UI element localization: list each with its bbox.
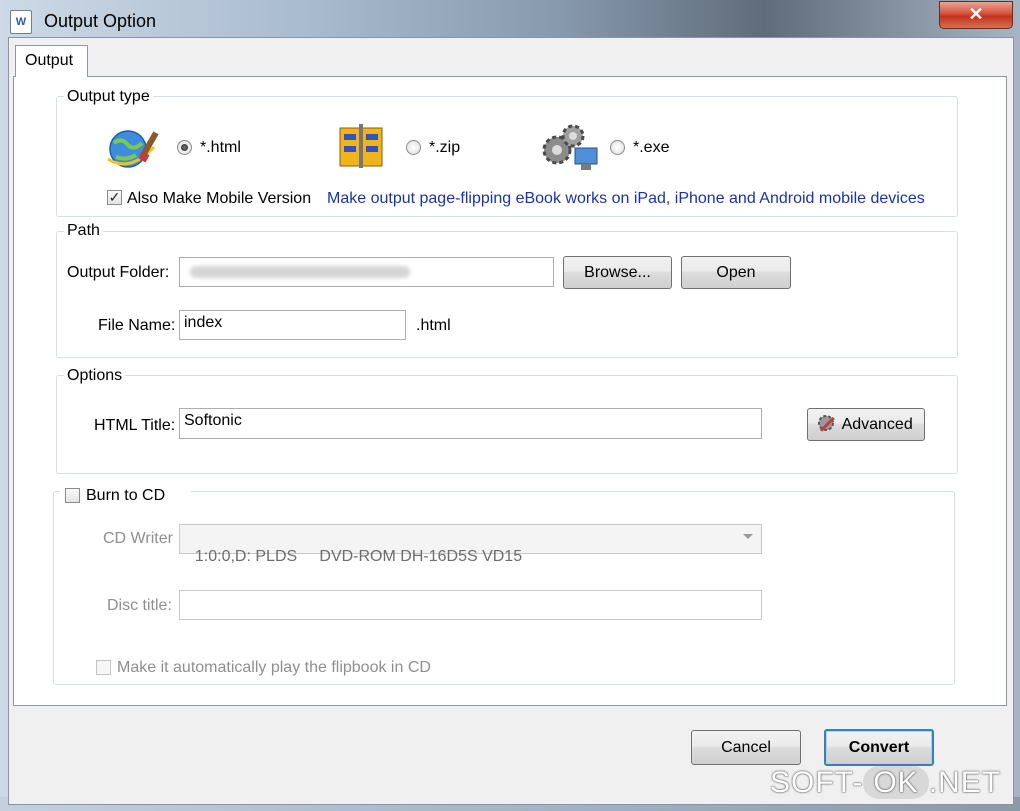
cd-writer-label: CD Writer — [103, 530, 173, 547]
mobile-version-label[interactable]: Also Make Mobile Version — [127, 190, 311, 208]
output-type-legend: Output type — [64, 88, 153, 106]
html-title-value: Softonic — [184, 412, 242, 429]
browse-button[interactable]: Browse... — [563, 256, 672, 289]
chevron-down-icon — [743, 534, 753, 539]
file-name-value: index — [184, 314, 223, 331]
burn-cd-label[interactable]: Burn to CD — [86, 487, 165, 505]
file-extension: .html — [416, 317, 451, 334]
watermark-left: SOFT- — [770, 766, 864, 799]
tools-icon — [818, 415, 835, 432]
path-legend: Path — [64, 222, 103, 240]
file-name-input[interactable]: index — [179, 310, 406, 340]
watermark-right: .NET — [928, 766, 1002, 799]
checkmark-icon: ✓ — [108, 189, 121, 205]
burn-cd-checkbox[interactable] — [65, 488, 80, 503]
radio-zip-label[interactable]: *.zip — [429, 139, 460, 157]
autoplay-checkbox[interactable] — [96, 660, 111, 675]
autoplay-label[interactable]: Make it automatically play the flipbook … — [117, 659, 431, 677]
options-legend: Options — [64, 367, 126, 385]
advanced-button[interactable]: Advanced — [807, 408, 925, 441]
blurred-path — [190, 266, 410, 278]
gears-computer-icon — [542, 124, 598, 170]
window-title: Output Option — [44, 11, 157, 31]
watermark: SOFT- OK .NET — [770, 766, 1001, 800]
convert-button[interactable]: Convert — [824, 729, 934, 766]
cd-writer-value: 1:0:0,D: PLDS DVD-ROM DH-16D5S VD15 — [194, 548, 523, 565]
zip-archive-icon — [339, 124, 383, 168]
radio-exe-label[interactable]: *.exe — [633, 139, 669, 157]
close-icon: ✕ — [968, 4, 984, 24]
output-folder-input[interactable] — [179, 257, 554, 287]
tab-output[interactable]: Output — [15, 45, 88, 77]
cd-writer-select[interactable]: 1:0:0,D: PLDS DVD-ROM DH-16D5S VD15 — [179, 524, 762, 565]
output-folder-label: Output Folder: — [67, 264, 170, 281]
app-icon: W — [10, 10, 32, 34]
mobile-version-checkbox[interactable]: ✓ — [107, 190, 122, 205]
watermark-ok: OK — [863, 766, 929, 799]
cancel-button[interactable]: Cancel — [691, 730, 801, 765]
file-name-label: File Name: — [98, 317, 176, 334]
burn-cd-group — [53, 491, 955, 685]
globe-brush-icon — [107, 130, 159, 168]
tab-output-label: Output — [25, 52, 74, 69]
html-title-input[interactable]: Softonic — [179, 408, 762, 439]
open-button[interactable]: Open — [681, 256, 791, 289]
html-title-label: HTML Title: — [94, 417, 176, 434]
radio-html-label[interactable]: *.html — [200, 139, 241, 157]
mobile-info-text: Make output page-flipping eBook works on… — [327, 190, 925, 207]
radio-exe[interactable] — [610, 140, 625, 155]
disc-title-input[interactable] — [179, 590, 762, 620]
radio-zip[interactable] — [406, 140, 421, 155]
close-button[interactable]: ✕ — [939, 1, 1013, 29]
advanced-label: Advanced — [841, 416, 913, 433]
disc-title-label: Disc title: — [107, 597, 172, 614]
radio-html[interactable] — [177, 140, 192, 155]
